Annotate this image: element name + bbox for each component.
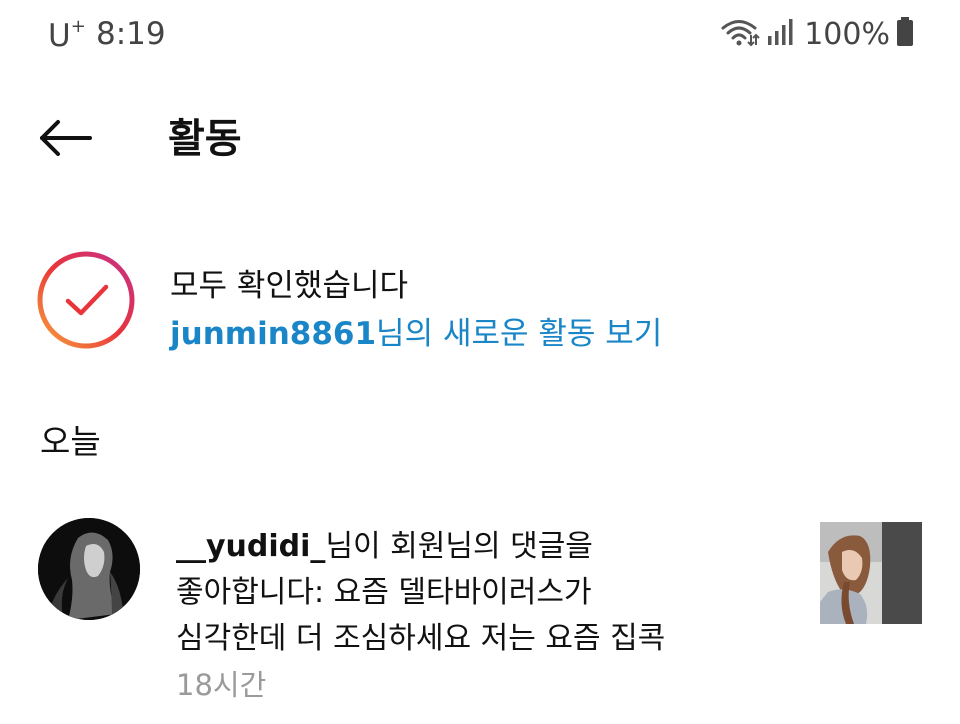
activity-item[interactable]: __yudidi_님이 회원님의 댓글을 좋아합니다: 요즘 델타바이러스가 심… [0, 510, 960, 710]
section-heading-today: 오늘 [40, 422, 101, 461]
activity-line3: 심각한데 더 조심하세요 저는 요즘 집콕 [176, 621, 666, 656]
page-title: 활동 [168, 116, 242, 162]
battery-icon [896, 17, 914, 51]
arrow-left-icon [40, 120, 92, 156]
header: 활동 [0, 100, 960, 176]
link-suffix: 님의 새로운 활동 보기 [376, 316, 663, 352]
activity-timestamp: 18시간 [176, 668, 267, 702]
activity-line1: 님이 회원님의 댓글을 [325, 529, 593, 564]
view-new-activity-link[interactable]: junmin8861님의 새로운 활동 보기 [170, 308, 662, 353]
status-bar: U+ 8:19 100% [0, 0, 960, 70]
post-thumbnail[interactable] [820, 522, 922, 624]
status-time: 8:19 [96, 16, 166, 52]
status-indicators: 100% [720, 14, 914, 54]
activity-line2: 좋아합니다: 요즘 델타바이러스가 [176, 575, 592, 610]
avatar[interactable] [38, 518, 140, 620]
signal-icon [766, 18, 794, 50]
carrier-label: U+ [48, 16, 86, 54]
caught-up-banner: 모두 확인했습니다 junmin8861님의 새로운 활동 보기 [36, 250, 936, 353]
check-circle-icon [36, 250, 136, 350]
caught-up-title: 모두 확인했습니다 [170, 268, 409, 304]
activity-username[interactable]: __yudidi_ [176, 529, 325, 564]
battery-percent: 100% [804, 16, 890, 52]
wifi-icon [720, 17, 760, 51]
link-username: junmin8861 [170, 316, 377, 352]
back-button[interactable] [32, 112, 98, 164]
activity-message: __yudidi_님이 회원님의 댓글을 좋아합니다: 요즘 델타바이러스가 심… [176, 524, 776, 662]
